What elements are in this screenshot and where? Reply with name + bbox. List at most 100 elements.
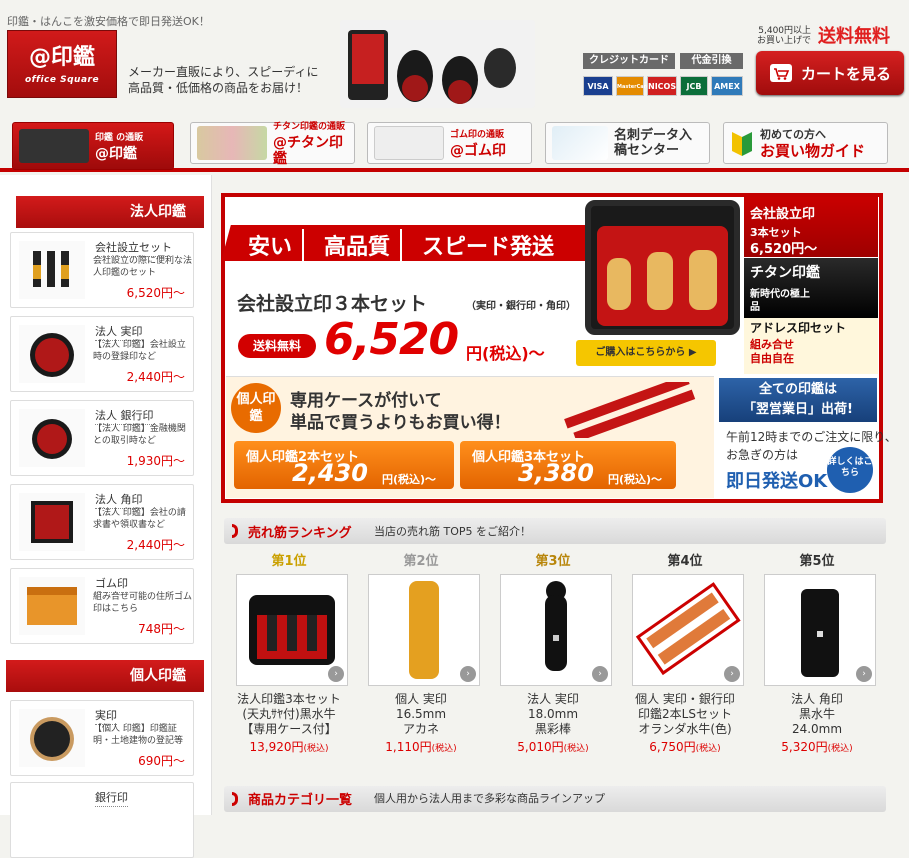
rank-price-tax: (税込) <box>303 744 329 754</box>
ranking-item-5[interactable]: 第5位 › 法人 角印 黒水牛 24.0mm 5,320円(税込) <box>754 550 880 755</box>
rank-image[interactable]: › <box>632 574 744 686</box>
intro-line2: 高品質・低価格の商品をお届け！ <box>128 81 309 95</box>
tab-guide[interactable]: 初めての方へ お買い物ガイド <box>723 122 888 164</box>
sidebar-item-jitsuin[interactable]: 実印 【個人 印鑑】印鑑証明・土地建物の登記等 690円〜 <box>10 700 194 776</box>
ranking-marker-icon <box>232 524 238 538</box>
sidebar-item-ginkoin[interactable]: 銀行印 <box>10 782 194 858</box>
intro-line1: メーカー直販により、スピーディに <box>128 65 319 79</box>
sidebar-item-hojin-ginkoin[interactable]: 法人 銀行印 【法人 印鑑】金融機関との取引時など 1,930円〜 <box>10 400 194 476</box>
hero-stamps-image <box>340 20 535 108</box>
tab-titan-image <box>197 126 267 160</box>
next-day-head-2: 「翌営業日」出荷! <box>743 402 853 417</box>
strip-cheap: 安い <box>238 229 305 261</box>
rank-label: 第4位 <box>667 554 703 569</box>
sb3-title: アドレス印セット <box>750 321 847 335</box>
personal-badge: 個人印鑑 <box>231 383 281 433</box>
tab-titan[interactable]: チタン印鑑の通販 @チタン印鑑 <box>190 122 355 167</box>
rank-label: 第5位 <box>799 554 835 569</box>
category-header: 商品カテゴリ一覧 個人用から法人用まで多彩な商品ラインアップ <box>224 786 886 812</box>
stamps-illustration <box>340 20 535 108</box>
tab-inkan[interactable]: 印鑑 の通販 @印鑑 <box>12 122 174 170</box>
ranking-item-2[interactable]: 第2位 › 個人 実印 16.5mm アカネ 1,110円(税込) <box>358 550 484 755</box>
ranking-header: 売れ筋ランキング 当店の売れ筋 TOP5 をご紹介！ <box>224 518 886 544</box>
next-day-head-1: 全ての印鑑は <box>758 382 837 397</box>
rank-price: 13,920円(税込) <box>226 738 352 755</box>
product-price: 690円〜 <box>138 754 185 768</box>
chevron-right-icon: › <box>460 666 476 682</box>
sb3-sub: 組み合せ自由自在 <box>750 338 794 365</box>
set2-button[interactable]: 個人印鑑2本セット 2,430 円(税込)〜 <box>234 441 454 489</box>
product-desc: 会社設立の際に便利な法人印鑑のセット <box>93 256 193 278</box>
ranking-item-1[interactable]: 第1位 › 法人印鑑3本セット (天丸ｻﾔ付)黒水牛 【専用ケース付】 13,9… <box>226 550 352 755</box>
ranking-title: 売れ筋ランキング <box>248 526 352 541</box>
sidebar-item-hojin-jitsuin[interactable]: 法人 実印 【法人 印鑑】会社設立時の登録印など 2,440円〜 <box>10 316 194 392</box>
sidebar-item-company-set[interactable]: 会社設立セット 会社設立の際に便利な法人印鑑のセット 6,520円〜 <box>10 232 194 308</box>
product-desc: 【法人 印鑑】金融機関との取引時など <box>93 424 186 446</box>
product-price: 2,440円〜 <box>126 370 185 384</box>
rank-name-3: 【専用ケース付】 <box>241 722 337 736</box>
logo-sub: office Square <box>24 75 100 85</box>
tab-meishi[interactable]: 名刺データ入稿センター <box>545 122 710 164</box>
visa-icon: VISA <box>583 76 613 96</box>
sidebar-item-gomuin[interactable]: ゴム印 組み合せ可能の住所ゴム印はこちら 748円〜 <box>10 568 194 644</box>
sidebar-heading-corporate: 法人印鑑 <box>16 196 204 228</box>
company-set-price: 6,520 <box>324 314 459 365</box>
product-price: 2,440円〜 <box>126 538 185 552</box>
sb2-title: チタン印鑑 <box>750 265 820 281</box>
rank-name-1: 法人印鑑3本セット <box>237 692 341 706</box>
free-ship-note-2: お買い上げで <box>757 36 812 46</box>
cart-label: カートを見る <box>800 64 891 83</box>
rank-name-2: 16.5mm <box>395 707 447 721</box>
rank-image[interactable]: › <box>236 574 348 686</box>
strip-speed: スピード発送 <box>422 235 555 260</box>
sidebar-item-hojin-kakuin[interactable]: 法人 角印 【法人 印鑑】会社の請求書や領収書など 2,440円〜 <box>10 484 194 560</box>
rank-price: 1,110円(税込) <box>358 738 484 755</box>
next-day-detail-button[interactable]: 詳しくはこちら <box>827 447 873 493</box>
site-logo[interactable]: @印鑑 office Square <box>7 30 117 98</box>
rank-name-1: 法人 角印 <box>791 692 843 706</box>
product-name: 銀行印 <box>95 789 128 807</box>
next-day-ok: 即日発送OK <box>726 471 828 492</box>
amex-icon: AMEX <box>711 76 743 96</box>
chevron-right-icon: › <box>856 666 872 682</box>
set3-suffix: 円(税込)〜 <box>608 473 663 486</box>
tab-guide-main: お買い物ガイド <box>760 142 866 160</box>
tab-gomuin[interactable]: ゴム印の通販 @ゴム印 <box>367 122 532 164</box>
category-subtitle: 個人用から法人用まで多彩な商品ラインアップ <box>374 792 605 805</box>
view-cart-button[interactable]: カートを見る <box>756 51 904 95</box>
rank-name-1: 法人 実印 <box>527 692 579 706</box>
set3-button[interactable]: 個人印鑑3本セット 3,380 円(税込)〜 <box>460 441 676 489</box>
chevron-right-icon: › <box>724 666 740 682</box>
side-banner-titan[interactable]: チタン印鑑 新時代の極上品 <box>744 258 878 318</box>
site-intro: メーカー直販により、スピーディに 高品質・低価格の商品をお届け！ <box>128 64 348 96</box>
tab-inkan-sub: 印鑑 の通販 <box>95 133 144 143</box>
rank-image[interactable]: › <box>764 574 876 686</box>
ranking-item-4[interactable]: 第4位 › 個人 実印・銀行印 印鑑2本LSセット オランダ水牛(色) 6,75… <box>622 550 748 755</box>
tab-gomuin-sub: ゴム印の通販 <box>450 130 505 140</box>
side-banner-company-set[interactable]: 会社設立印 3本セット 6,520円〜 <box>744 197 878 257</box>
free-ship-note: 5,400円以上 お買い上げで <box>757 26 811 46</box>
next-day-text-1: 午前12時までのご注文に限り、 <box>726 430 897 444</box>
side-banner-address[interactable]: アドレス印セット 組み合せ自由自在 <box>744 318 878 374</box>
tab-gomuin-main: @ゴム印 <box>450 143 506 159</box>
rank-price-tax: (税込) <box>431 744 457 754</box>
product-thumb <box>19 709 85 767</box>
free-ship-badge: 送料無料 <box>238 334 316 358</box>
set3-price: 3,380 <box>518 459 594 487</box>
rank-price-value: 5,320円 <box>781 740 828 754</box>
rank-name-2: (天丸ｻﾔ付)黒水牛 <box>242 707 336 721</box>
rank-label: 第1位 <box>271 554 307 569</box>
cart-icon <box>769 64 792 82</box>
buy-button[interactable]: ご購入はこちらから ▶ <box>576 340 716 366</box>
rank-image[interactable]: › <box>368 574 480 686</box>
ranking-item-3[interactable]: 第3位 › 法人 実印 18.0mm 黒彩棒 5,010円(税込) <box>490 550 616 755</box>
rank-image[interactable]: › <box>500 574 612 686</box>
tab-titan-sub: チタン印鑑の通販 <box>273 122 346 132</box>
tab-guide-sub: 初めての方へ <box>760 128 826 141</box>
rank-price-value: 13,920円 <box>249 740 304 754</box>
jcb-icon: JCB <box>680 76 708 96</box>
next-day-heading: 全ての印鑑は 「翌営業日」出荷! <box>719 378 877 422</box>
personal-line2: 単品で買うよりもお買い得！ <box>290 413 511 433</box>
tab-gomuin-image <box>374 126 444 160</box>
ranking-subtitle: 当店の売れ筋 TOP5 をご紹介！ <box>374 525 532 538</box>
